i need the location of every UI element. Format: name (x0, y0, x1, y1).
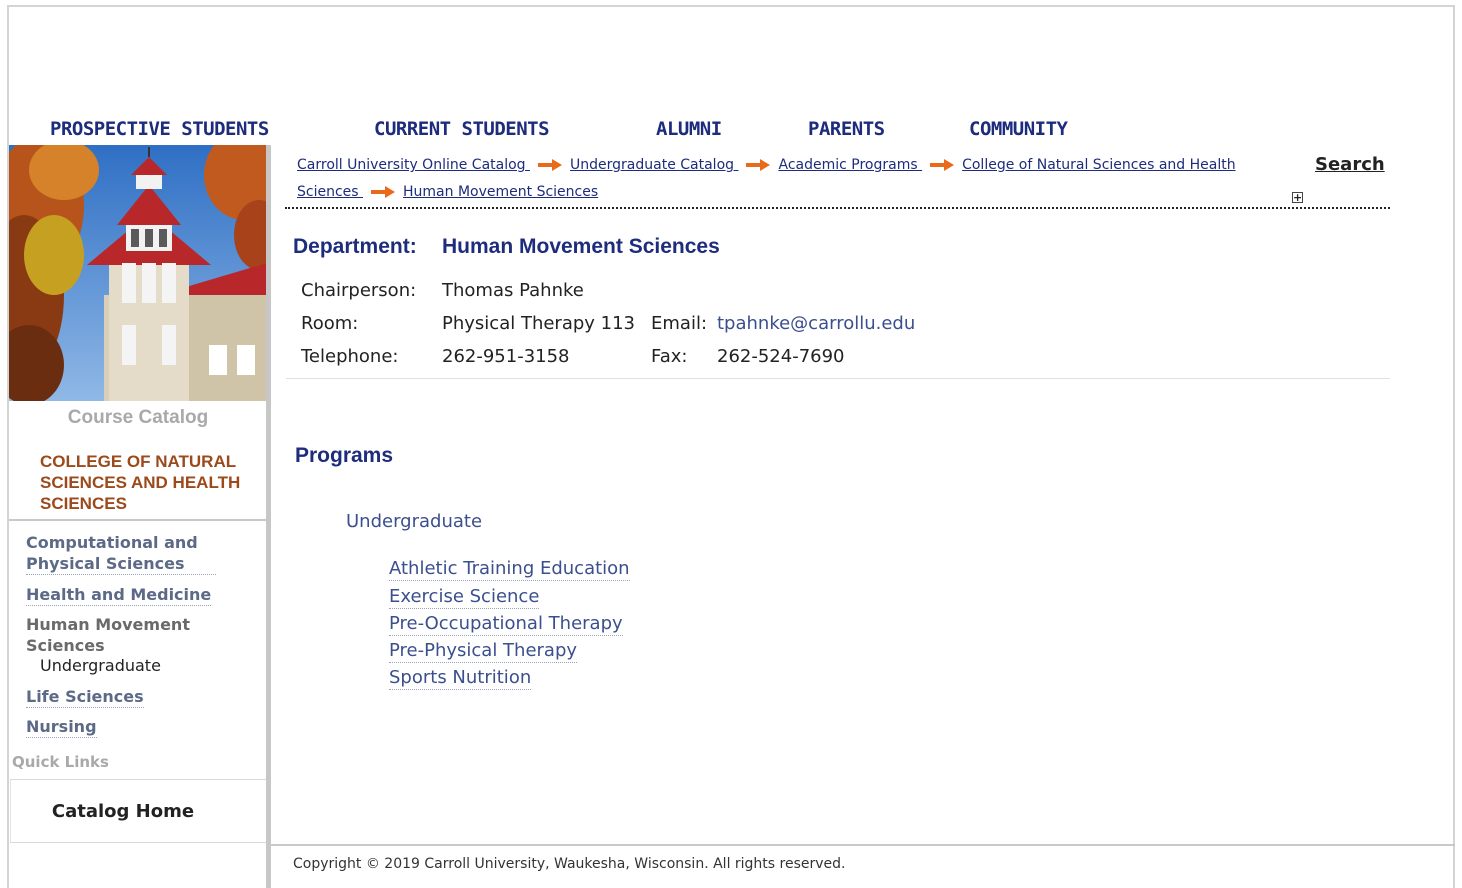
nav-current-students[interactable]: CURRENT STUDENTS (374, 118, 550, 140)
catalog-home-box: Catalog Home (10, 779, 266, 843)
sidebar-subitem-undergraduate[interactable]: Undergraduate (40, 656, 161, 675)
program-link[interactable]: Sports Nutrition (389, 667, 532, 690)
program-link[interactable]: Pre-Occupational Therapy (389, 613, 623, 636)
chairperson-label: Chairperson: (301, 280, 417, 301)
college-heading: COLLEGE OF NATURAL SCIENCES AND HEALTH S… (40, 452, 241, 513)
arrow-right-icon (746, 159, 771, 171)
telephone-label: Telephone: (301, 346, 399, 367)
sidebar-border (266, 145, 271, 888)
department-name: Human Movement Sciences (442, 235, 720, 258)
email-label: Email: (651, 313, 708, 334)
quick-links-heading: Quick Links (12, 753, 109, 771)
breadcrumb-online-catalog[interactable]: Carroll University Online Catalog (297, 157, 530, 173)
room-label: Room: (301, 313, 359, 334)
footer-divider (270, 844, 1455, 846)
room-value: Physical Therapy 113 (442, 313, 636, 334)
fax-label: Fax: (651, 346, 688, 367)
nav-community[interactable]: COMMUNITY (969, 118, 1068, 140)
breadcrumb-college[interactable]: College of Natural Sciences and Health (962, 157, 1236, 173)
breadcrumb-academic-programs[interactable]: Academic Programs (778, 157, 922, 173)
program-link[interactable]: Pre-Physical Therapy (389, 640, 578, 663)
arrow-right-icon (538, 159, 563, 171)
sidebar: Course Catalog COLLEGE OF NATURAL SCIENC… (9, 145, 267, 888)
plus-box-icon[interactable]: + (1292, 192, 1303, 203)
sidebar-item-human-movement-sciences: Human Movement Sciences (26, 615, 190, 655)
search-link[interactable]: Search (1315, 154, 1385, 175)
email-link[interactable]: tpahnke@carrollu.edu (717, 313, 915, 334)
sidebar-item-computational-physical-sciences[interactable]: Computational and Physical Sciences (26, 532, 216, 575)
sidebar-item-nursing[interactable]: Nursing (26, 716, 97, 738)
program-link[interactable]: Exercise Science (389, 586, 540, 609)
sidebar-divider (9, 519, 267, 521)
breadcrumb-human-movement-sciences[interactable]: Human Movement Sciences (403, 184, 598, 200)
chairperson-value: Thomas Pahnke (442, 280, 584, 301)
breadcrumb-separator-line (285, 207, 1390, 209)
department-label: Department: (293, 235, 417, 258)
sidebar-item-life-sciences[interactable]: Life Sciences (26, 686, 144, 708)
department-title: Department: Human Movement Sciences (293, 235, 720, 259)
campus-building-photo (9, 145, 267, 401)
nav-prospective-students[interactable]: PROSPECTIVE STUDENTS (50, 118, 269, 140)
info-divider (286, 378, 1390, 379)
nav-parents[interactable]: PARENTS (808, 118, 885, 140)
arrow-right-icon (930, 159, 955, 171)
nav-alumni[interactable]: ALUMNI (656, 118, 722, 140)
programs-heading: Programs (295, 444, 394, 467)
sidebar-item-health-medicine[interactable]: Health and Medicine (26, 584, 212, 606)
catalog-home-link[interactable]: Catalog Home (11, 801, 235, 822)
program-link[interactable]: Athletic Training Education (389, 558, 630, 581)
breadcrumb-college-continued[interactable]: Sciences (297, 184, 363, 200)
footer-copyright: Copyright © 2019 Carroll University, Wau… (293, 856, 846, 872)
telephone-value: 262-951-3158 (442, 346, 570, 367)
breadcrumb-undergraduate-catalog[interactable]: Undergraduate Catalog (570, 157, 738, 173)
program-level-label: Undergraduate (346, 511, 483, 532)
course-catalog-label: Course Catalog (67, 407, 209, 428)
fax-value: 262-524-7690 (717, 346, 845, 367)
arrow-right-icon (371, 186, 396, 198)
breadcrumb: Carroll University Online Catalog Underg… (297, 152, 1277, 206)
